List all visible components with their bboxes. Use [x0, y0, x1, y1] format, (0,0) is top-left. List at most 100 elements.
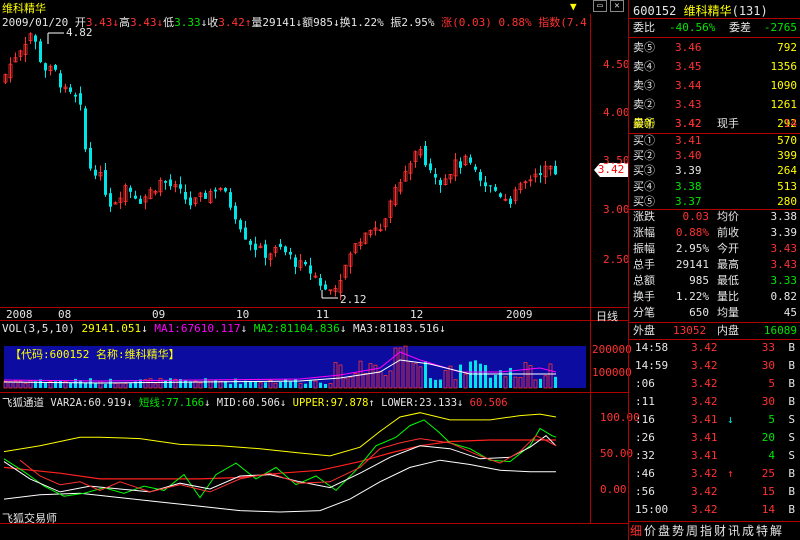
outer-inner-row: 外盘 13052 内盘 16089 [631, 321, 799, 340]
tick-row[interactable]: :26 3.41 20 S [629, 430, 800, 446]
candle [264, 244, 267, 258]
tick-volume: 5 [768, 377, 775, 390]
vol-arrow: ↓ [439, 322, 446, 335]
tick-row[interactable]: :46 3.42 ↑ 25 B [629, 466, 800, 482]
tab-1[interactable]: 价 [643, 523, 657, 540]
tick-time: :06 [635, 377, 655, 390]
tab-5[interactable]: 指 [699, 523, 713, 540]
volume-bar [484, 365, 487, 388]
volume-bar [184, 380, 187, 388]
x-label: 08 [58, 308, 72, 321]
tick-price: 3.42 [691, 467, 718, 480]
stats-label: 总手 [633, 258, 655, 271]
tick-time: :32 [635, 449, 655, 462]
tab-6[interactable]: 财 [713, 523, 727, 540]
candle [79, 93, 82, 105]
fox-var2a-line [3, 435, 557, 493]
tick-volume: 4 [768, 449, 775, 462]
x-label: 10 [236, 308, 250, 321]
tick-row[interactable]: 15:00 3.42 14 B [629, 502, 800, 518]
tick-price: 3.41 [691, 431, 718, 444]
x-label: 2009 [506, 308, 533, 321]
candle [184, 192, 187, 200]
stats-value: 2.95% [675, 242, 709, 255]
candle [34, 35, 37, 42]
tick-row[interactable]: :32 3.41 4 S [629, 448, 800, 464]
trader-label: 飞狐交易师 [2, 512, 57, 525]
weibi-label: 委比 [633, 21, 655, 34]
stats-label: 涨幅 [633, 226, 655, 239]
tab-2[interactable]: 盘 [657, 523, 671, 540]
candle [324, 284, 327, 290]
tick-arrow: ↓ [727, 413, 734, 426]
candle [54, 65, 57, 70]
period-label[interactable]: 日线 [596, 308, 618, 324]
tick-side: B [788, 359, 795, 372]
stats-label: 均量 [717, 306, 739, 319]
sell-label: 卖③ [633, 79, 655, 92]
tick-side: S [788, 431, 795, 444]
tick-row[interactable]: :56 3.42 15 B [629, 484, 800, 500]
stock-code: 600152 [633, 4, 677, 18]
buy-row: 买③ 3.39 264 [631, 163, 799, 178]
volume-bar [84, 382, 87, 388]
tick-row[interactable]: :16 3.41 ↓ 5 S [629, 412, 800, 428]
candle [459, 161, 462, 168]
weibi-row: 委比 -40.56% 委差 -2765 [631, 18, 799, 37]
buy-row: 买④ 3.38 513 [631, 179, 799, 194]
tick-price: 3.42 [691, 485, 718, 498]
vol-tick: 100000 [592, 366, 632, 379]
vol-label: VOL(3,5,10) [2, 322, 75, 335]
candle [439, 180, 442, 186]
tick-row[interactable]: 14:58 3.42 33 B [629, 340, 800, 356]
stats-value: 985 [689, 274, 709, 287]
fox-var2a: VAR2A:60.919 [50, 397, 127, 409]
tick-row[interactable]: :11 3.42 30 B [629, 394, 800, 410]
volume-bar [459, 364, 462, 388]
candle [139, 198, 142, 204]
stats-row: 涨幅 0.88% 前收 3.39 [631, 225, 799, 241]
buy-price: 3.41 [675, 134, 702, 147]
latest-price: 3.42 [675, 117, 702, 130]
stats-label: 最高 [717, 258, 739, 271]
tab-4[interactable]: 周 [685, 523, 699, 540]
tab-0[interactable]: 细 [629, 523, 643, 540]
vol-info-box: 【代码:600152 名称:维科精华】 [10, 348, 180, 361]
tick-side: S [788, 449, 795, 462]
volume-bar [69, 382, 72, 388]
volume-bar [279, 381, 282, 388]
x-label: 09 [152, 308, 166, 321]
buy-label: 买② [633, 149, 655, 163]
tick-price: 3.42 [691, 503, 718, 516]
chart-area[interactable]: 维科精华 ▼ ▭ ✕ 2009/01/20 开3.43↓高3.43↓低3.33↓… [0, 0, 640, 540]
volume-bar [469, 361, 472, 388]
candle [279, 243, 282, 248]
volume-bar [169, 378, 172, 388]
candle [309, 265, 312, 274]
volume-bar [319, 382, 322, 388]
tab-7[interactable]: 讯 [727, 523, 741, 540]
tab-8[interactable]: 成 [741, 523, 755, 540]
buy-volume: 513 [777, 179, 797, 193]
candle [284, 246, 287, 253]
tab-3[interactable]: 势 [671, 523, 685, 540]
volume-bar [239, 383, 242, 388]
tab-9[interactable]: 特 [755, 523, 769, 540]
panel-title: 600152 维科精华(131) [633, 2, 768, 19]
outer-value: 13052 [673, 324, 707, 337]
tab-10[interactable]: 解 [769, 523, 783, 540]
tick-side: B [788, 377, 795, 390]
chart-canvas[interactable] [0, 0, 628, 540]
stats-value: 1.22% [675, 290, 709, 303]
stats-label: 振幅 [633, 242, 655, 255]
candle [94, 169, 97, 176]
sell-volume: 792 [777, 41, 797, 54]
sell-row: 卖④ 3.45 1356 [631, 57, 799, 76]
sell-volume: 1356 [770, 60, 798, 73]
candle [304, 261, 307, 265]
tick-row[interactable]: :06 3.42 5 B [629, 376, 800, 392]
tick-price: 3.42 [691, 377, 718, 390]
tick-row[interactable]: 14:59 3.42 30 B [629, 358, 800, 374]
candle [74, 94, 77, 97]
vol-ma1: MA1:67610.117 [154, 322, 241, 335]
